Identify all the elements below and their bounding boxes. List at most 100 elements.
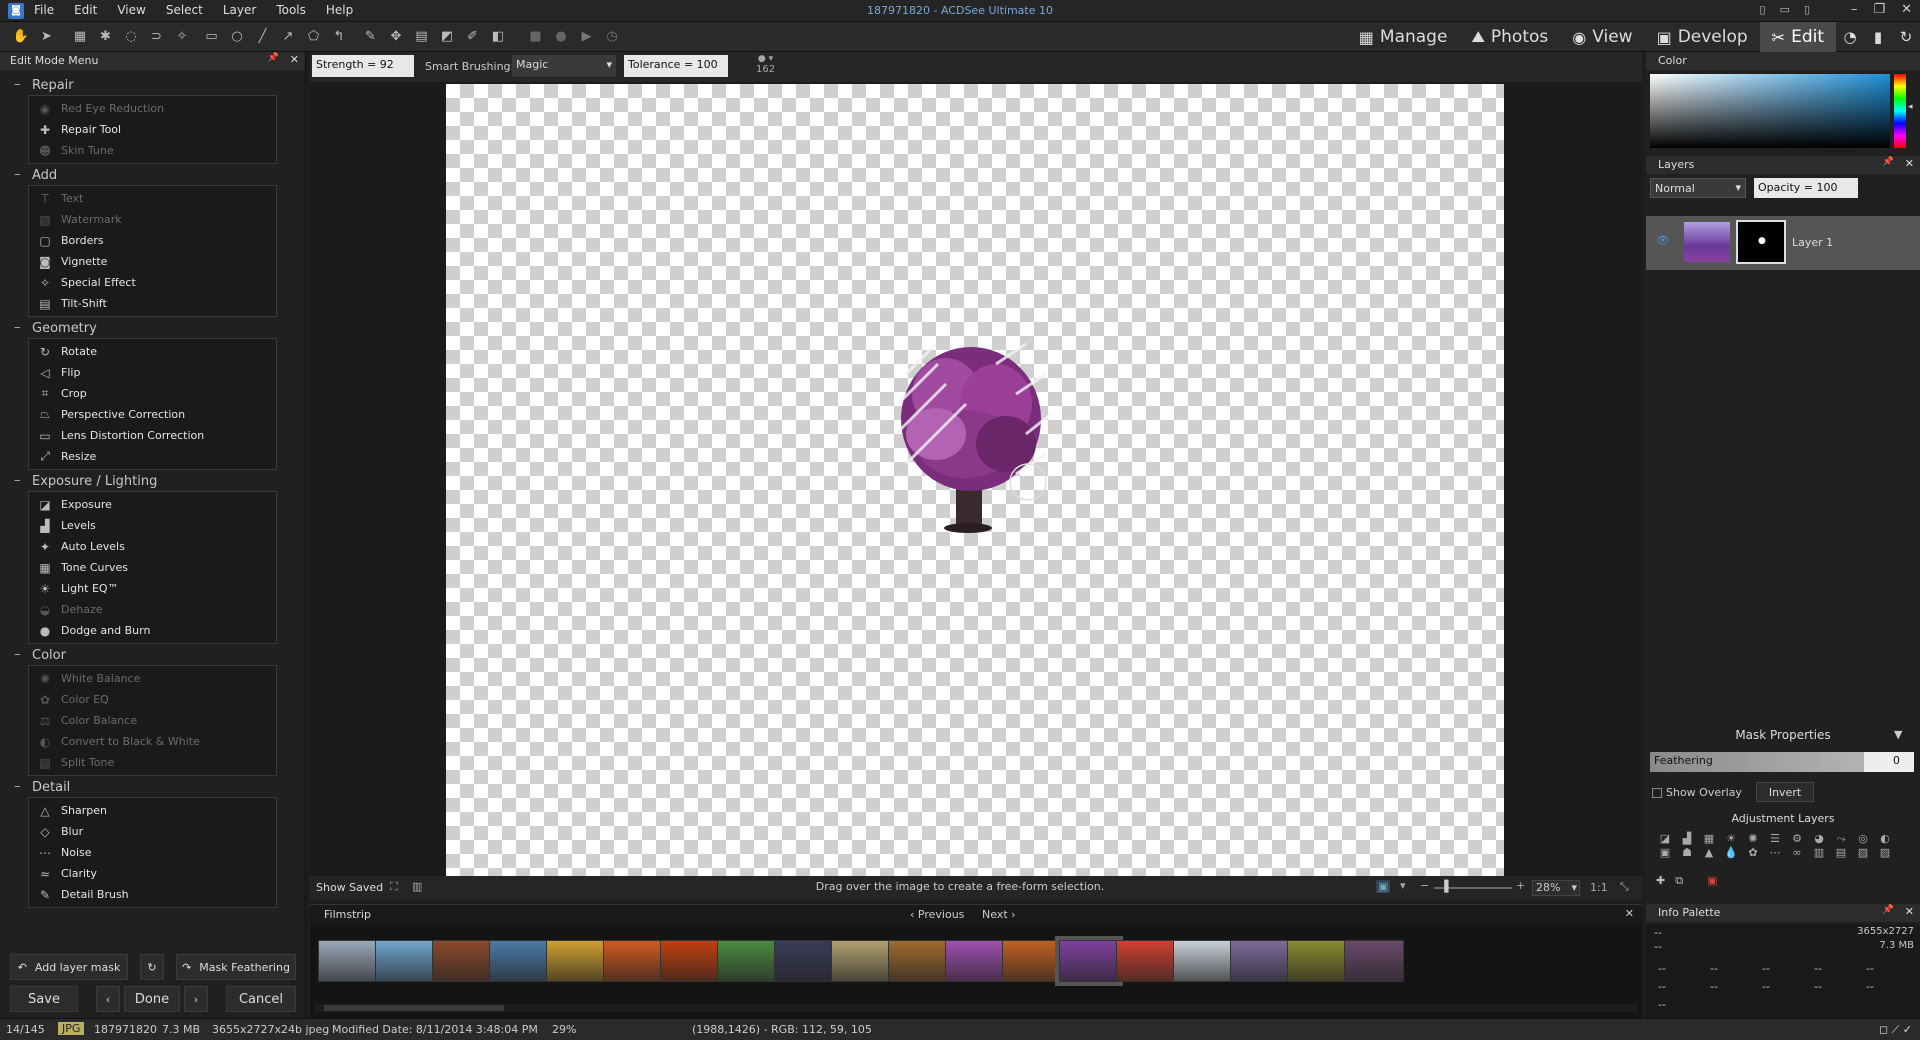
opacity-slider[interactable]: Opacity = 100 — [1754, 178, 1858, 198]
menu-file[interactable]: File — [34, 3, 54, 17]
edit-tool-detail-brush[interactable]: ✎ Detail Brush — [29, 884, 276, 905]
lasso-icon[interactable]: ⊃ — [148, 28, 166, 46]
timer-icon[interactable]: ◷ — [603, 28, 621, 46]
filmstrip-thumbnail[interactable] — [1344, 940, 1404, 982]
tolerance-slider[interactable]: Tolerance = 100 — [624, 55, 728, 77]
tone-adj-icon[interactable]: ▤ — [1833, 846, 1849, 860]
filmstrip-thumbnail[interactable] — [1287, 940, 1347, 982]
filmstrip-thumbnail[interactable] — [432, 940, 492, 982]
feathering-slider[interactable]: Feathering 0 — [1650, 752, 1914, 772]
group-header-5[interactable]: Detail — [0, 776, 305, 797]
filmstrip-thumbnail[interactable] — [660, 940, 720, 982]
mode-tab-manage[interactable]: ▦ Manage — [1347, 22, 1460, 52]
checkbox-box[interactable] — [1652, 787, 1662, 798]
stamp-icon[interactable]: ✥ — [387, 28, 405, 46]
prev-button[interactable]: ‹ — [96, 986, 120, 1012]
gradient-adj-icon[interactable]: ▥ — [1811, 846, 1827, 860]
edit-tool-special-effect[interactable]: ✧ Special Effect — [29, 272, 276, 293]
app-icon[interactable]: ◙ — [8, 3, 24, 19]
filmstrip-thumbnail[interactable] — [375, 940, 435, 982]
arrow-icon[interactable]: ↗ — [279, 28, 297, 46]
selection-brush-icon[interactable]: ▦ — [71, 28, 89, 46]
filmstrip-thumbnail[interactable] — [888, 940, 948, 982]
mode-tab-edit[interactable]: ✂ Edit — [1759, 22, 1836, 52]
edit-tool-exposure[interactable]: ◪ Exposure — [29, 494, 276, 515]
filmstrip-thumbnail[interactable] — [945, 940, 1005, 982]
edit-tool-light-eq-[interactable]: ☀ Light EQ™ — [29, 578, 276, 599]
curve-icon[interactable]: ↰ — [330, 28, 348, 46]
colorbalance-adj-icon[interactable]: ⚙ — [1789, 832, 1805, 846]
filmstrip-thumbnail[interactable] — [1230, 940, 1290, 982]
maximize-icon[interactable]: ❐ — [1873, 2, 1885, 17]
vignette-adj-icon[interactable]: ◎ — [1855, 832, 1871, 846]
image-canvas[interactable] — [446, 84, 1504, 876]
filmstrip-thumbnail[interactable] — [717, 940, 777, 982]
group-header-1[interactable]: Add — [0, 164, 305, 185]
skin-adj-icon[interactable]: ☗ — [1679, 846, 1695, 860]
record-icon[interactable]: ● — [552, 28, 570, 46]
gradient-icon[interactable]: ▤ — [413, 28, 431, 46]
layout-bottom-icon[interactable]: ▭ — [1780, 3, 1790, 16]
next-button[interactable]: › — [184, 986, 208, 1012]
strength-slider[interactable]: Strength = 92 — [312, 55, 414, 77]
stop-icon[interactable]: ■ — [527, 28, 545, 46]
edit-tool-resize[interactable]: ⤢ Resize — [29, 446, 276, 467]
close-icon[interactable]: ✕ — [1625, 907, 1634, 920]
pin-icon[interactable]: 📌 — [1883, 157, 1894, 167]
ultimate-badge-icon[interactable]: ◔ — [1836, 22, 1864, 52]
layer-mask-thumbnail[interactable]: ● — [1736, 220, 1786, 264]
filmstrip-thumbnail[interactable] — [1116, 940, 1176, 982]
layer-name[interactable]: Layer 1 — [1792, 236, 1833, 249]
duplicate-layer-icon[interactable]: ⧉ — [1675, 874, 1683, 888]
wand-icon[interactable]: ✧ — [173, 28, 191, 46]
edit-tool-perspective-correction[interactable]: ⏢ Perspective Correction — [29, 404, 276, 425]
hand-icon[interactable]: ✋ — [12, 28, 30, 46]
filmstrip-thumbnail[interactable] — [1002, 940, 1062, 982]
group-header-2[interactable]: Geometry — [0, 317, 305, 338]
menu-select[interactable]: Select — [166, 3, 203, 17]
edit-tool-borders[interactable]: ▢ Borders — [29, 230, 276, 251]
brush-size-control[interactable]: ● ▾ 162 — [756, 54, 775, 75]
menu-help[interactable]: Help — [326, 3, 353, 17]
eye-icon[interactable]: 👁 — [1656, 234, 1670, 247]
close-icon[interactable]: ✕ — [290, 53, 299, 66]
hue-slider[interactable] — [1894, 74, 1906, 148]
curves-adj-icon[interactable]: ▦ — [1701, 832, 1717, 846]
pin-icon[interactable]: 📌 — [1883, 905, 1894, 915]
histogram-adj-icon[interactable]: ▨ — [1877, 846, 1893, 860]
invert-button[interactable]: Invert — [1756, 782, 1814, 802]
close-icon[interactable]: ✕ — [1901, 2, 1912, 17]
photo-adj-icon[interactable]: ▣ — [1657, 846, 1673, 860]
bw-adj-icon[interactable]: ◕ — [1811, 832, 1827, 846]
edit-tool-blur[interactable]: ◇ Blur — [29, 821, 276, 842]
layout-left-icon[interactable]: ▯ — [1759, 3, 1765, 16]
collapse-icon[interactable]: ▼ — [1894, 728, 1902, 741]
filmstrip-thumbnail[interactable] — [489, 940, 549, 982]
edit-tool-vignette[interactable]: ◙ Vignette — [29, 251, 276, 272]
eraser-icon[interactable]: ◩ — [438, 28, 456, 46]
rect-icon[interactable]: ▭ — [203, 28, 221, 46]
edit-tool-noise[interactable]: ⋯ Noise — [29, 842, 276, 863]
mode-tab-photos[interactable]: ⛰ Photos — [1459, 22, 1560, 52]
lighteq-adj-icon[interactable]: ☀ — [1723, 832, 1739, 846]
edit-tool-dodge-and-burn[interactable]: ● Dodge and Burn — [29, 620, 276, 641]
pin-icon[interactable]: 📌 — [268, 53, 279, 63]
add-layer-mask-button[interactable]: ↶ Add layer mask — [10, 954, 128, 980]
clarity-adj-icon[interactable]: ∞ — [1789, 846, 1805, 860]
effect-adj-icon[interactable]: ✿ — [1745, 846, 1761, 860]
edit-tool-auto-levels[interactable]: ✦ Auto Levels — [29, 536, 276, 557]
edit-tool-lens-distortion-correction[interactable]: ▭ Lens Distortion Correction — [29, 425, 276, 446]
group-header-4[interactable]: Color — [0, 644, 305, 665]
edit-tool-tilt-shift[interactable]: ▤ Tilt-Shift — [29, 293, 276, 314]
noise-adj-icon[interactable]: ⋯ — [1767, 846, 1783, 860]
layer-row[interactable]: 👁 ● Layer 1 — [1646, 216, 1920, 270]
coloreq-adj-icon[interactable]: ☰ — [1767, 832, 1783, 846]
save-button[interactable]: Save — [10, 986, 78, 1012]
edit-tool-crop[interactable]: ⌗ Crop — [29, 383, 276, 404]
menu-view[interactable]: View — [117, 3, 145, 17]
edit-tool-sharpen[interactable]: △ Sharpen — [29, 800, 276, 821]
mode-tab-develop[interactable]: ▣ Develop — [1645, 22, 1760, 52]
edit-tool-levels[interactable]: ▟ Levels — [29, 515, 276, 536]
scrollbar-thumb[interactable] — [324, 1005, 504, 1011]
edit-tool-tone-curves[interactable]: ▦ Tone Curves — [29, 557, 276, 578]
